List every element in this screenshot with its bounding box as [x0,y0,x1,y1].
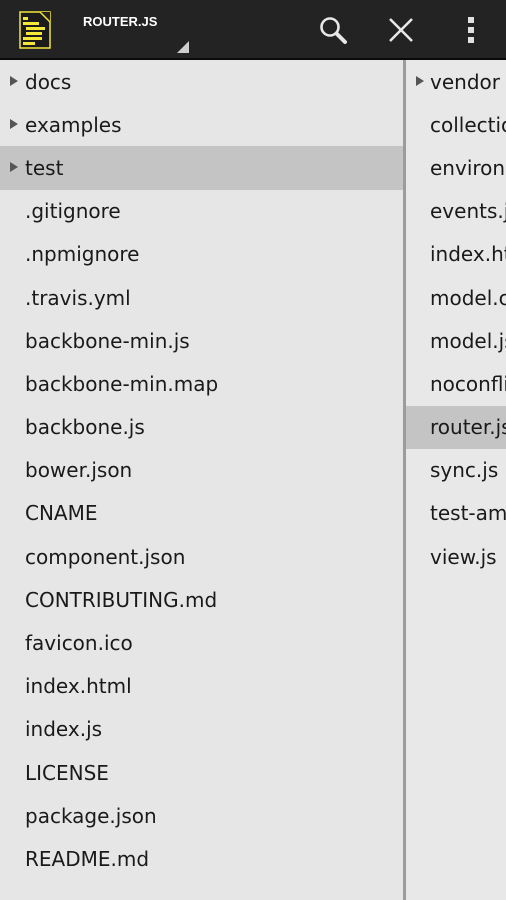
file-item[interactable]: .travis.yml [0,276,404,319]
right-file-pane[interactable]: vendor collection.js environment.js events.… [406,60,506,900]
file-title[interactable]: ROUTER.JS [83,13,161,31]
file-item[interactable]: environment.js [406,146,506,189]
item-label: backbone-min.map [25,371,219,396]
item-label: CNAME [25,501,98,526]
item-label: index.html [25,674,132,699]
search-button[interactable] [300,0,366,60]
item-label: .travis.yml [25,285,131,310]
item-label: examples [25,112,122,137]
item-label: index.js [25,717,103,742]
close-button[interactable] [368,0,434,60]
overflow-menu-button[interactable] [438,0,504,60]
left-file-pane[interactable]: docs examples test .gitignore .npmignore .tra… [0,60,404,900]
item-label: view.js [430,544,497,569]
folder-item[interactable]: docs [0,60,404,103]
folder-item[interactable]: vendor [406,60,506,103]
file-item[interactable]: collection.js [406,103,506,146]
file-item[interactable]: index.html [406,233,506,276]
item-label: LICENSE [25,760,109,785]
expand-arrow-icon [10,75,18,86]
item-label: backbone.js [25,415,145,440]
item-label: component.json [25,544,186,569]
item-label: .npmignore [25,242,140,267]
file-item[interactable]: view.js [406,535,506,578]
action-bar: ROUTER.JS [0,0,506,60]
item-label: events.js [430,199,506,224]
file-item[interactable]: README.md [0,837,404,880]
file-item[interactable]: bower.json [0,449,404,492]
folder-item[interactable]: examples [0,103,404,146]
file-item[interactable]: CONTRIBUTING.md [0,578,404,621]
item-label: test-amd.html [430,501,506,526]
file-item[interactable]: test-amd.html [406,492,506,535]
item-label: sync.js [430,458,499,483]
item-label: CONTRIBUTING.md [25,587,218,612]
item-label: bower.json [25,458,133,483]
file-item[interactable]: index.js [0,708,404,751]
item-label: docs [25,69,72,94]
document-list-icon[interactable] [14,8,58,52]
folder-item[interactable]: test [0,146,404,190]
overflow-menu-icon [468,17,474,43]
item-label: .gitignore [25,199,121,224]
expand-arrow-icon [416,75,424,86]
file-item[interactable]: LICENSE [0,751,404,794]
file-item[interactable]: component.json [0,535,404,578]
item-label: environment.js [430,155,506,180]
expand-arrow-icon [10,161,18,172]
item-label: index.html [430,242,506,267]
file-item[interactable]: index.html [0,665,404,708]
right-file-list: vendor collection.js environment.js events.… [406,60,506,578]
close-icon [389,18,413,42]
item-label: noconflict.js [430,371,506,396]
item-label: model.coffee [430,285,506,310]
file-item[interactable]: package.json [0,794,404,837]
item-label: model.js [430,328,506,353]
file-item[interactable]: CNAME [0,492,404,535]
file-item[interactable]: backbone-min.map [0,362,404,405]
expand-arrow-icon [10,118,18,129]
file-item[interactable]: router.js [406,405,506,449]
file-item[interactable]: backbone-min.js [0,319,404,362]
search-icon [320,17,347,44]
item-label: favicon.ico [25,631,133,656]
item-label: collection.js [430,112,506,137]
file-item[interactable]: favicon.ico [0,621,404,664]
dropdown-triangle-icon [177,41,189,53]
file-item[interactable]: backbone.js [0,406,404,449]
item-label: router.js [430,415,506,440]
file-item[interactable]: noconflict.js [406,362,506,405]
item-label: package.json [25,803,157,828]
item-label: test [25,155,64,180]
file-item[interactable]: model.coffee [406,276,506,319]
file-item[interactable]: events.js [406,190,506,233]
file-item[interactable]: .npmignore [0,233,404,276]
item-label: vendor [430,69,500,94]
file-item[interactable]: .gitignore [0,190,404,233]
item-label: backbone-min.js [25,328,190,353]
app: ROUTER.JS docs examples test .gitignore … [0,0,506,900]
file-item[interactable]: sync.js [406,449,506,492]
item-label: README.md [25,846,150,871]
left-file-list: docs examples test .gitignore .npmignore .tra… [0,60,404,881]
file-item[interactable]: model.js [406,319,506,362]
